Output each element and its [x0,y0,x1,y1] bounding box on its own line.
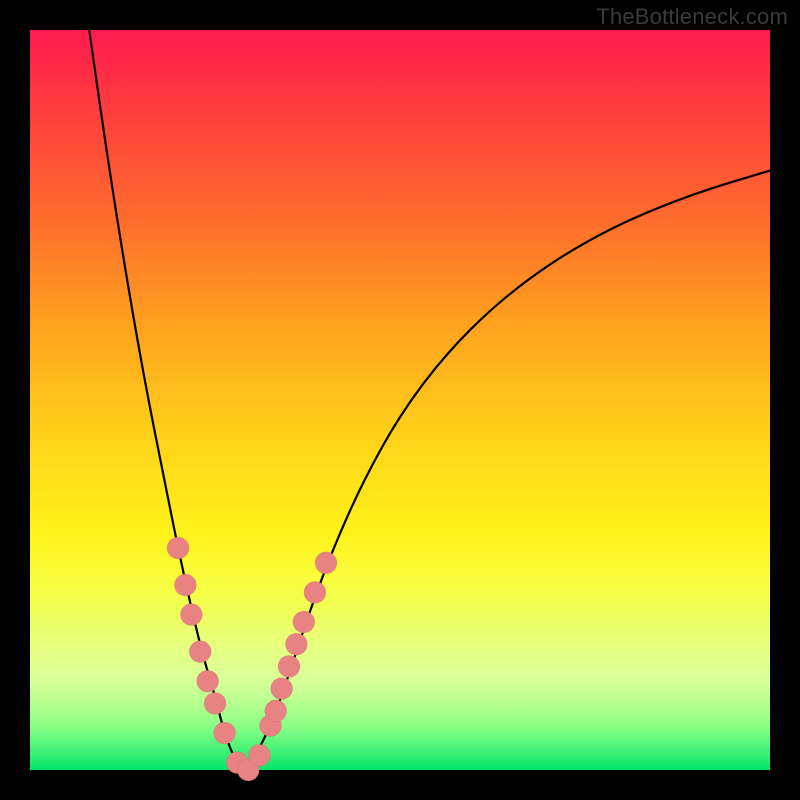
marker-point [293,611,315,633]
marker-point [265,700,287,722]
marker-point [180,604,202,626]
marker-point [271,678,293,700]
marker-point [315,552,337,574]
marker-point [278,655,300,677]
marker-point [204,692,226,714]
marker-point [248,744,270,766]
marker-point [214,722,236,744]
marker-point [174,574,196,596]
marker-group [167,537,337,781]
curve-left [89,30,244,770]
marker-point [189,641,211,663]
marker-point [167,537,189,559]
curve-svg [30,30,770,770]
chart-frame: TheBottleneck.com [0,0,800,800]
marker-point [197,670,219,692]
watermark-text: TheBottleneck.com [596,4,788,30]
plot-area [30,30,770,770]
curve-right [245,171,770,770]
marker-point [304,581,326,603]
marker-point [285,633,307,655]
